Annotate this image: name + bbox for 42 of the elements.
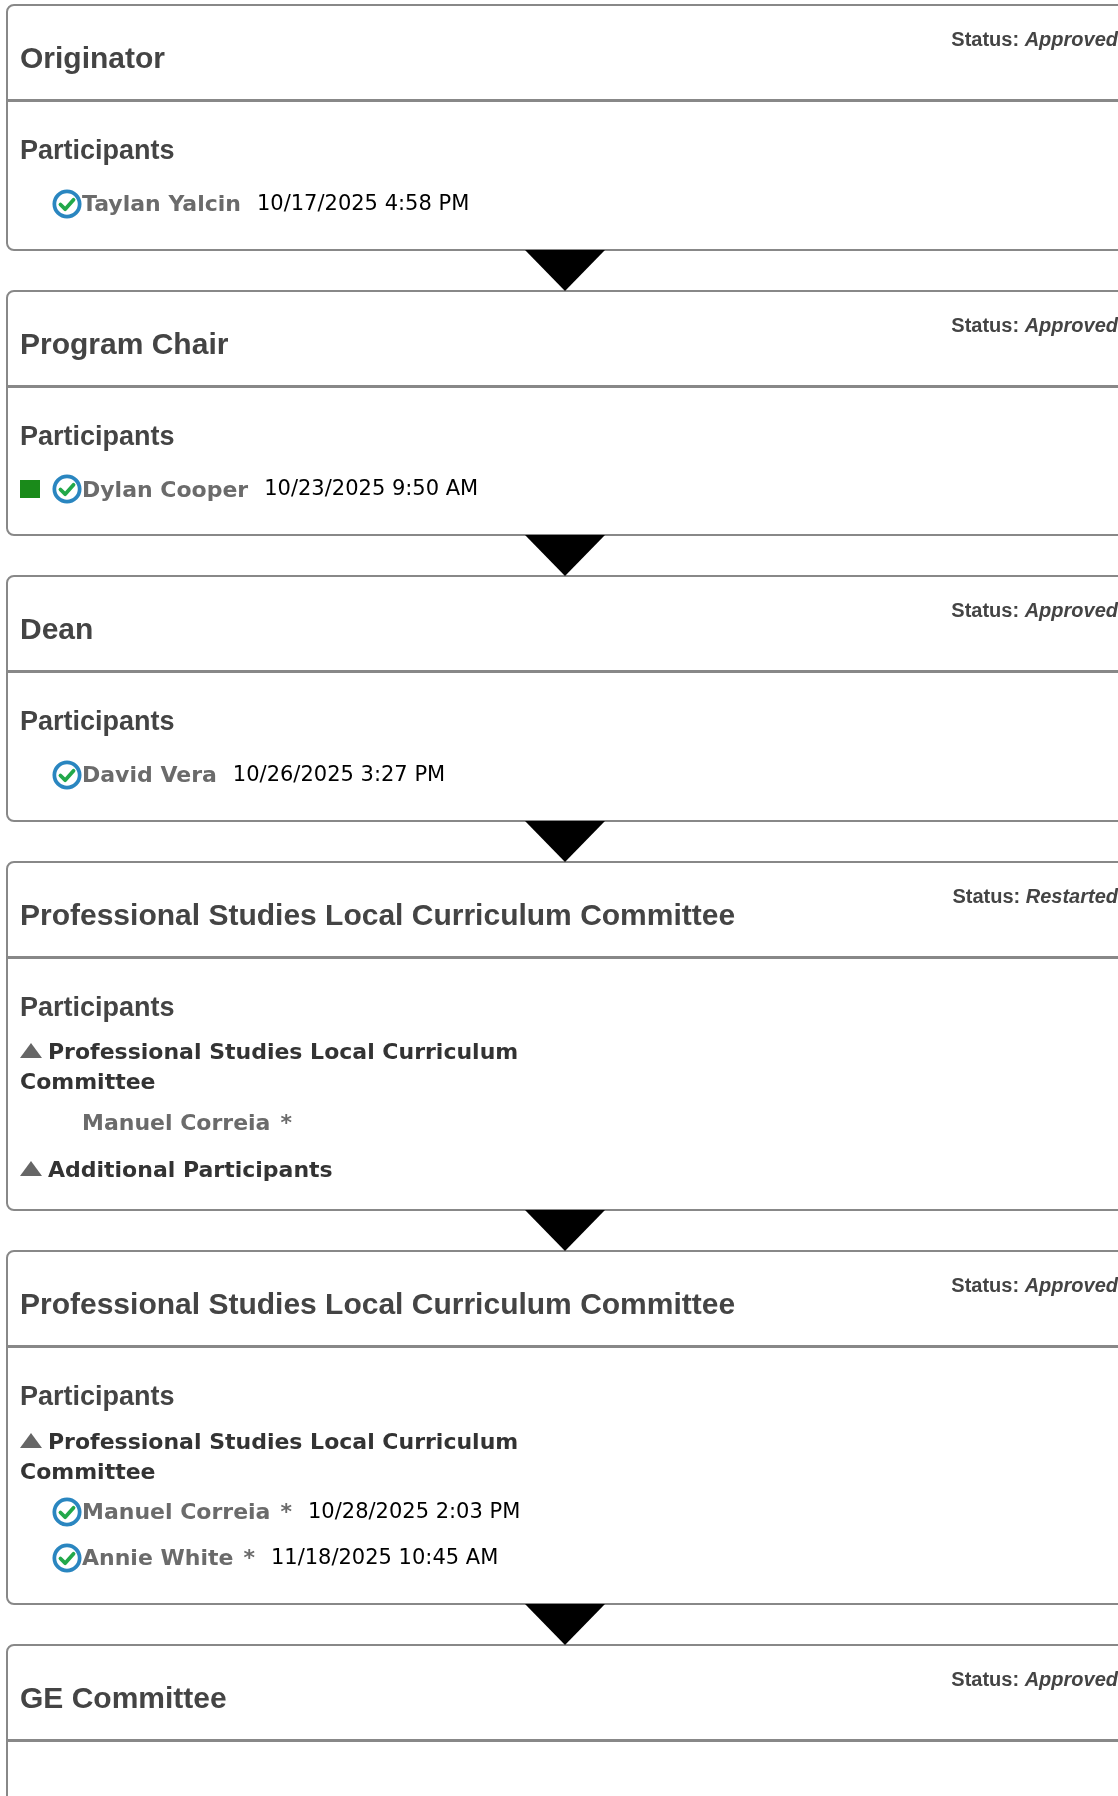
status-text: Status: Approved [951,598,1118,623]
down-arrow-icon [525,535,605,576]
timestamp: 11/18/2025 10:45 AM [270,1543,499,1571]
down-arrow-icon [525,820,605,862]
participant-name: Taylan Yalcin [82,190,241,218]
collapse-triangle-icon[interactable] [20,1043,42,1058]
participants-heading: Participants [20,134,176,167]
status-text: Status: Approved [951,1273,1118,1298]
participant-name: Manuel Correia [82,1108,271,1137]
stage-title: Professional Studies Local Curriculum Committee [20,896,736,933]
participants-heading: Participants [20,419,176,453]
stage-title: Program Chair [20,325,229,362]
stage-title: GE Committee [20,1679,227,1716]
status-text: Status: Approved [951,1666,1118,1692]
required-marker: * [280,1498,292,1526]
down-arrow-icon [525,1210,605,1251]
group-toggle[interactable]: Professional Studies Local Curriculum Committee [20,1037,580,1097]
collapse-triangle-icon[interactable] [20,1161,42,1176]
participant-name: Annie White [82,1544,234,1572]
participant-name: David Vera [82,761,217,789]
collapse-triangle-icon[interactable] [20,1432,42,1448]
stage-title: Dean [20,611,94,647]
timestamp: 10/23/2025 9:50 AM [264,475,479,503]
timestamp: 10/26/2025 3:27 PM [232,760,446,788]
participant-name: Manuel Correia [82,1498,271,1526]
participants-heading: Participants [20,1380,176,1413]
participants-heading: Participants [20,990,176,1024]
status-text: Status: Approved [951,312,1118,338]
timestamp: 10/28/2025 2:03 PM [307,1497,521,1525]
participant-name: Dylan Cooper [82,475,249,504]
down-arrow-icon [525,1603,605,1645]
status-text: Status: Approved [951,27,1118,52]
participants-heading: Participants [20,705,176,738]
stage-title: Professional Studies Local Curriculum Committee [20,1286,736,1322]
required-marker: * [280,1108,292,1137]
required-marker: * [243,1544,255,1572]
stage-title: Originator [20,40,165,76]
down-arrow-icon [525,249,605,291]
timestamp: 10/17/2025 4:58 PM [256,189,470,217]
group-toggle[interactable]: Professional Studies Local Curriculum Committee [20,1426,580,1487]
status-text: Status: Restarted [952,883,1118,909]
group-toggle[interactable]: Additional Participants [20,1155,580,1185]
